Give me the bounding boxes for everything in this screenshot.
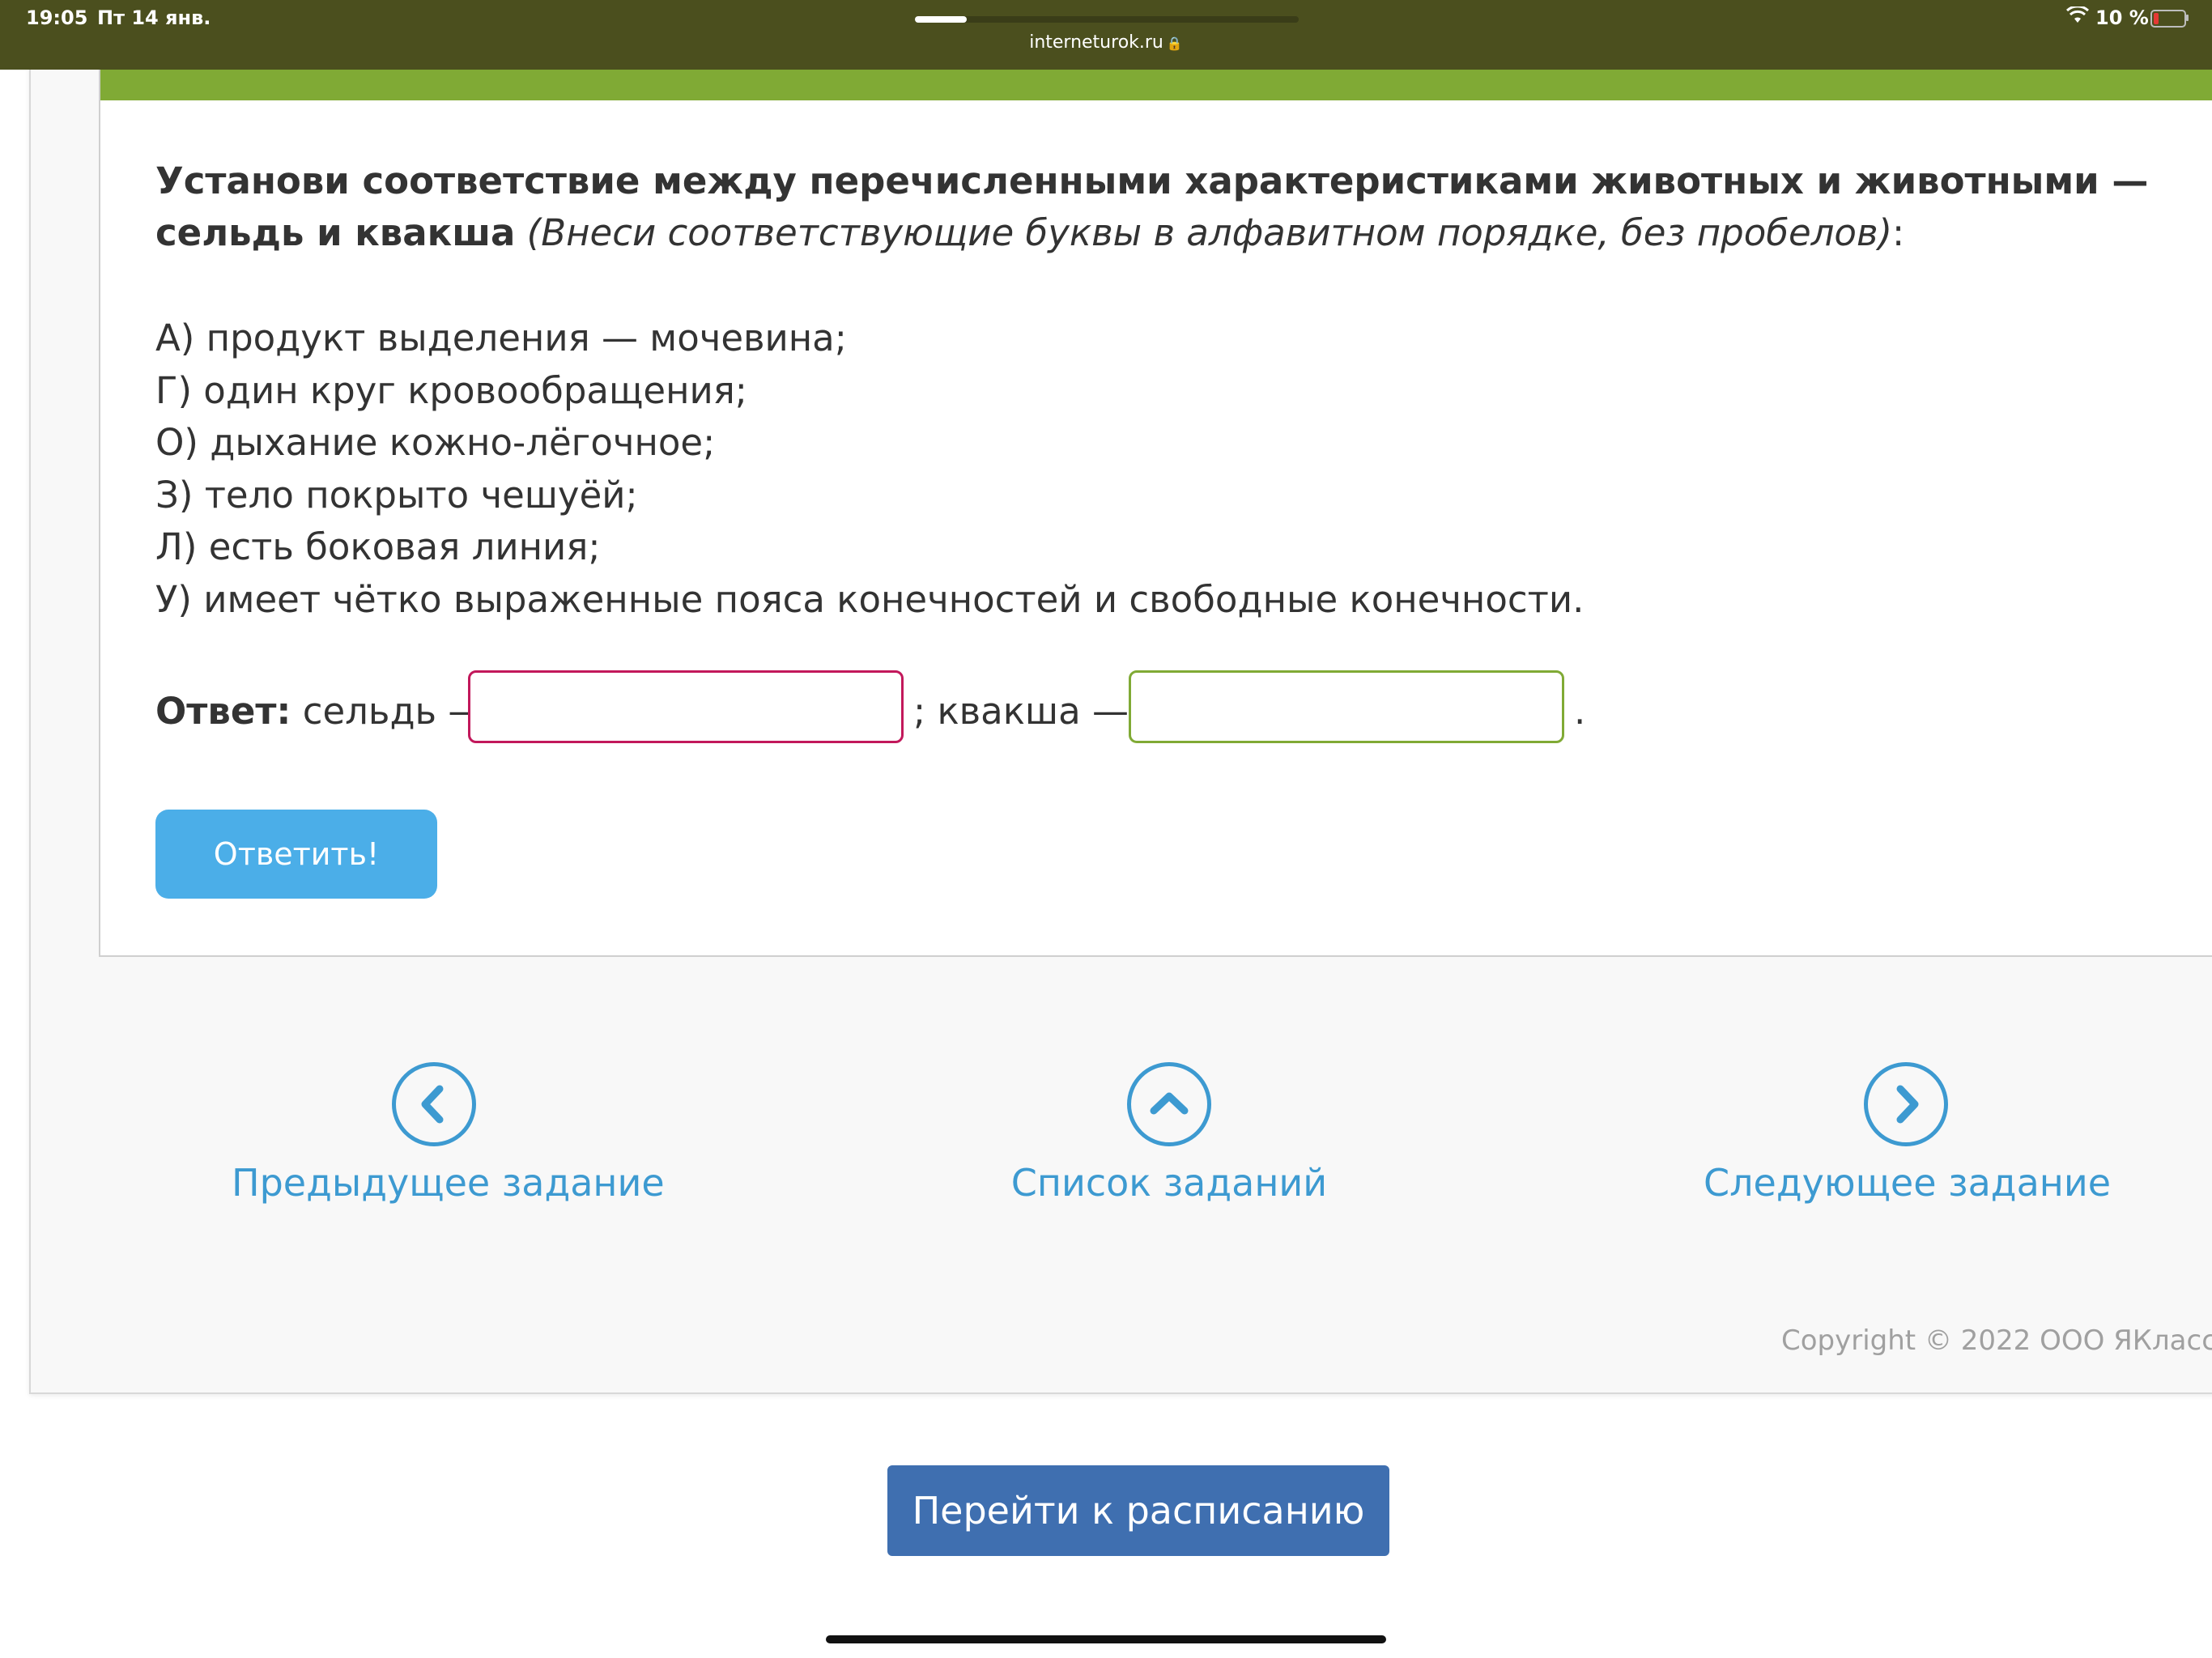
task-list-link[interactable]: Список заданий [967, 1062, 1372, 1205]
previous-task-link[interactable]: Предыдущее задание [232, 1062, 665, 1205]
copyright-text: Copyright © 2022 ООО ЯКласс [1781, 1324, 2212, 1357]
answer-label: Ответ: сельдь — [155, 690, 484, 733]
page-frame: Установи соответствие между перечисленны… [29, 0, 2212, 1394]
task-list-label[interactable]: Список заданий [967, 1161, 1372, 1205]
option-o: О) дыхание кожно-лёгочное; [155, 421, 716, 464]
lock-icon: 🔒 [1166, 36, 1183, 51]
question-text: Установи соответствие между перечисленны… [155, 155, 2196, 259]
chevron-up-icon[interactable] [1127, 1062, 1211, 1146]
battery-icon [2150, 10, 2186, 28]
task-card: Установи соответствие между перечисленны… [99, 0, 2212, 957]
question-hint: (Внеси соответствующие буквы в алфавитно… [526, 211, 1893, 254]
frog-answer-input[interactable] [1129, 670, 1564, 743]
status-date: Пт 14 янв. [97, 6, 211, 29]
battery-nub [2186, 15, 2189, 21]
home-indicator[interactable] [826, 1635, 1386, 1643]
battery-level [2154, 13, 2159, 24]
chevron-left-icon[interactable] [392, 1062, 476, 1146]
options-list: А) продукт выделения — мочевина; Г) один… [155, 312, 1584, 626]
option-u: У) имеет чётко выраженные пояса конечнос… [155, 577, 1585, 621]
herring-answer-input[interactable] [468, 670, 904, 743]
answer-label-bold: Ответ: [155, 690, 291, 733]
option-l: Л) есть боковая линия; [155, 525, 601, 568]
submit-answer-button[interactable]: Ответить! [155, 810, 437, 899]
chevron-right-icon[interactable] [1864, 1062, 1948, 1146]
question-colon: : [1892, 211, 1905, 254]
battery-percent: 10 % [2095, 6, 2149, 29]
answer-end-dot: . [1574, 690, 1586, 733]
url-text: interneturok.ru [1029, 32, 1163, 53]
status-bar: 19:05 Пт 14 янв. interneturok.ru 🔒 10 % [0, 0, 2212, 70]
wifi-icon [2065, 5, 2090, 29]
status-time: 19:05 [26, 6, 88, 29]
next-task-link[interactable]: Следующее задание [1704, 1062, 2111, 1205]
option-a: А) продукт выделения — мочевина; [155, 317, 847, 359]
multitasking-handle-fill [915, 16, 967, 23]
next-task-label[interactable]: Следующее задание [1704, 1161, 2111, 1205]
frog-label: ; квакша — [913, 690, 1129, 733]
multitasking-handle[interactable] [915, 16, 1299, 23]
address-bar[interactable]: interneturok.ru 🔒 [0, 32, 2212, 53]
option-g: Г) один круг кровообращения; [155, 368, 747, 412]
previous-task-label[interactable]: Предыдущее задание [232, 1161, 665, 1205]
animal1-label: сельдь — [302, 690, 485, 733]
option-z: З) тело покрыто чешуёй; [155, 473, 638, 517]
go-to-schedule-button[interactable]: Перейти к расписанию [887, 1465, 1389, 1556]
